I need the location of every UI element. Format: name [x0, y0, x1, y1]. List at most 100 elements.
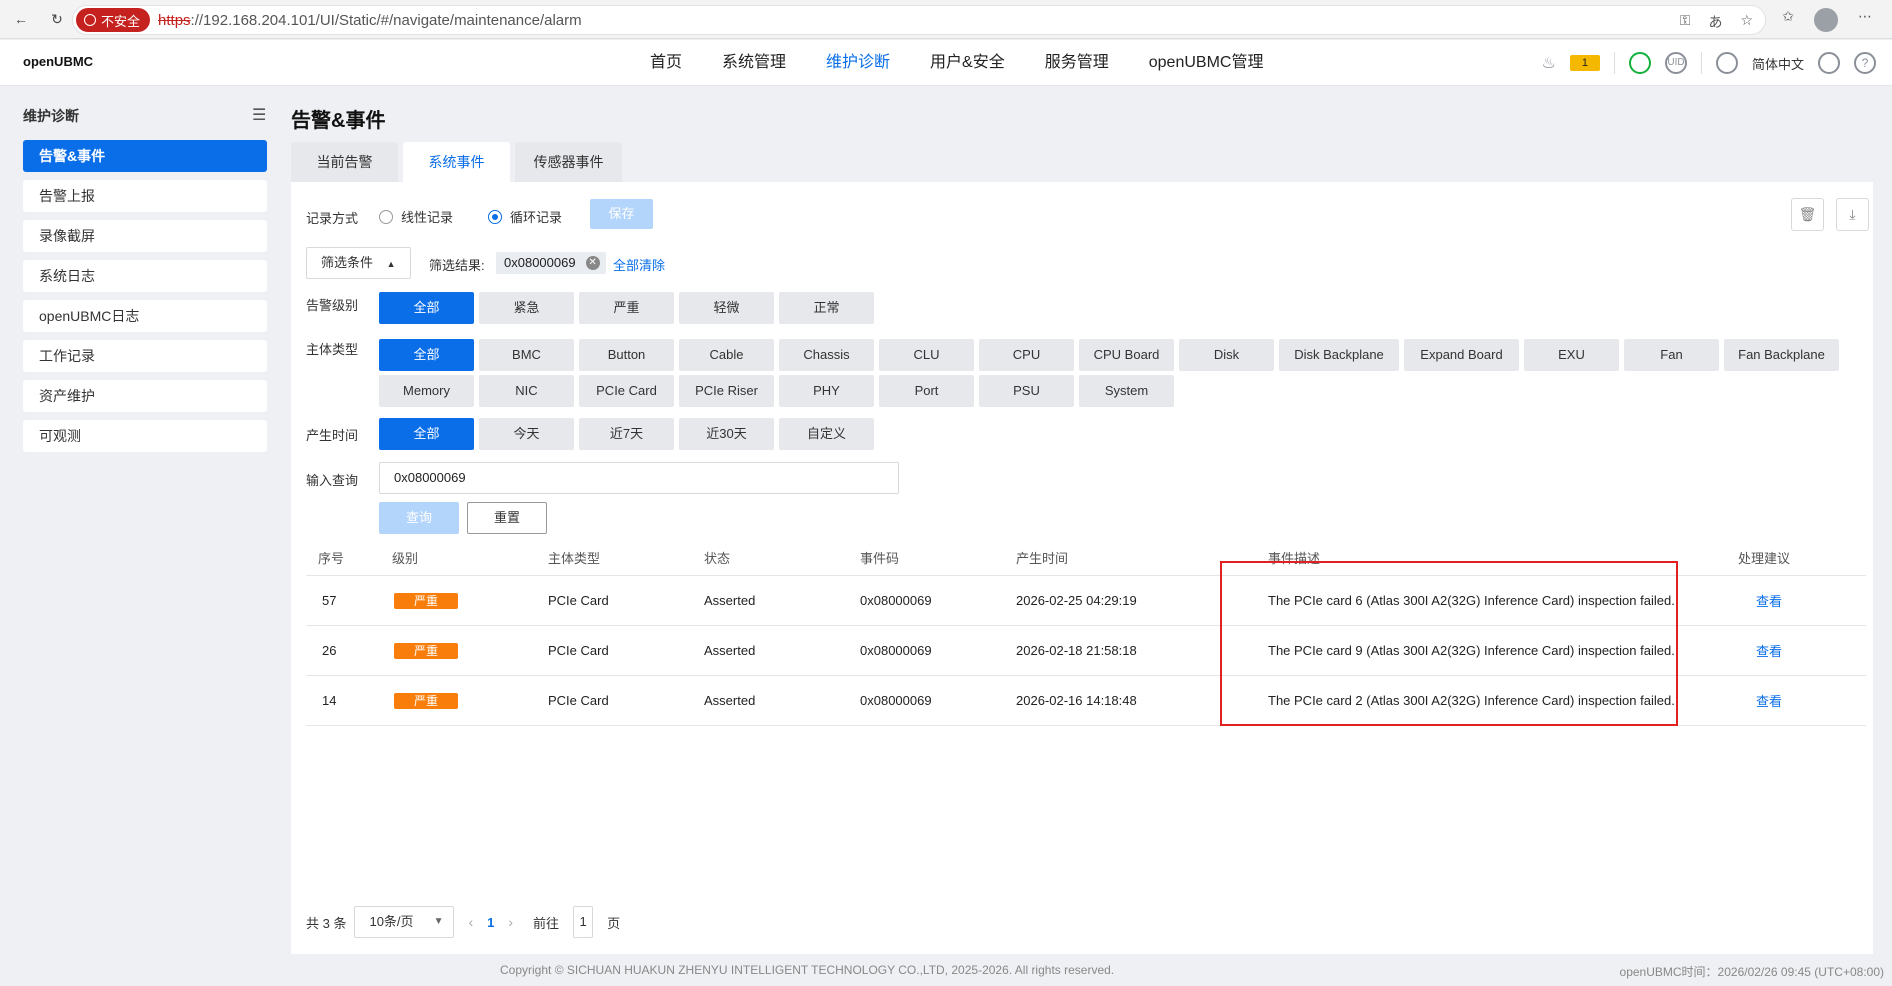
subject-chassis[interactable]: Chassis	[779, 339, 874, 371]
nav-openubmc[interactable]: openUBMC管理	[1149, 40, 1264, 86]
subject-phy[interactable]: PHY	[779, 375, 874, 407]
close-icon[interactable]: ✕	[585, 256, 600, 270]
power-icon[interactable]	[1628, 52, 1651, 74]
radio-circle-selected[interactable]	[488, 209, 502, 224]
level-all[interactable]: 全部	[379, 292, 474, 324]
subject-port[interactable]: Port	[879, 375, 974, 407]
subject-disk[interactable]: Disk	[1179, 339, 1274, 371]
radio-linear[interactable]: 线性记录	[379, 207, 453, 226]
filter-conditions-dropdown[interactable]: 筛选条件 ▲	[306, 247, 411, 279]
sidebar-item-asset[interactable]: 资产维护	[23, 380, 267, 412]
nav-user-security[interactable]: 用户&安全	[930, 40, 1005, 86]
level-minor[interactable]: 轻微	[679, 292, 774, 324]
language-selector[interactable]: 简体中文	[1752, 54, 1804, 73]
subject-button[interactable]: Button	[579, 339, 674, 371]
key-icon[interactable]: ⚿	[1680, 12, 1691, 32]
subject-exu[interactable]: EXU	[1524, 339, 1619, 371]
page-number[interactable]: 1	[487, 915, 494, 930]
nav-maintenance[interactable]: 维护诊断	[826, 40, 890, 86]
row-code: 0x08000069	[860, 593, 932, 608]
subject-nic[interactable]: NIC	[479, 375, 574, 407]
alarm-icon[interactable]: ♨	[1542, 53, 1556, 73]
sidebar-item-alarm-report[interactable]: 告警上报	[23, 180, 267, 212]
help-icon[interactable]: ?	[1854, 52, 1876, 74]
caret-down-icon: ▼	[433, 916, 444, 927]
user-icon[interactable]	[1818, 52, 1840, 74]
subject-pcie-riser[interactable]: PCIe Riser	[679, 375, 774, 407]
level-normal[interactable]: 正常	[779, 292, 874, 324]
radio-cyclic[interactable]: 循环记录	[488, 207, 562, 226]
nav-services[interactable]: 服务管理	[1045, 40, 1109, 86]
browser-toolbar: ← ↻ 不安全 https://192.168.204.101/UI/Stati…	[0, 0, 1892, 39]
radio-circle[interactable]	[379, 209, 393, 224]
uid-icon[interactable]: UID	[1664, 52, 1687, 74]
subject-memory[interactable]: Memory	[379, 375, 474, 407]
subject-all[interactable]: 全部	[379, 339, 474, 371]
back-icon[interactable]: ←	[6, 4, 36, 34]
address-bar[interactable]: 不安全 https://192.168.204.101/UI/Static/#/…	[72, 5, 1766, 35]
download-icon[interactable]: ⤓	[1836, 198, 1869, 231]
next-page-icon[interactable]: ›	[508, 914, 513, 930]
subject-disk-backplane[interactable]: Disk Backplane	[1279, 339, 1399, 371]
tab-system-events[interactable]: 系统事件	[403, 142, 510, 182]
event-tabs: 当前告警 系统事件 传感器事件	[291, 142, 627, 182]
favorites-icon[interactable]: ✩	[1782, 8, 1794, 32]
subject-psu[interactable]: PSU	[979, 375, 1074, 407]
total-count: 共 3 条	[306, 915, 347, 931]
caret-up-icon: ▲	[386, 259, 396, 269]
collapse-sidebar-icon[interactable]: ☰	[252, 105, 266, 125]
reset-button[interactable]: 重置	[467, 502, 547, 534]
level-major[interactable]: 严重	[579, 292, 674, 324]
view-link[interactable]: 查看	[1756, 676, 1782, 725]
sidebar-item-system-log[interactable]: 系统日志	[23, 260, 267, 292]
sidebar-item-observability[interactable]: 可观测	[23, 420, 267, 452]
insecure-badge[interactable]: 不安全	[76, 8, 151, 32]
table-row: 14 严重 PCIe Card Asserted 0x08000069 2026…	[306, 676, 1866, 726]
row-status: Asserted	[704, 693, 756, 708]
delete-icon[interactable]: 🗑	[1791, 198, 1824, 231]
translate-icon[interactable]: あ	[1708, 12, 1722, 32]
alarm-count-badge[interactable]: 1	[1569, 55, 1600, 71]
profile-avatar[interactable]	[1814, 8, 1838, 32]
subject-cpu[interactable]: CPU	[979, 339, 1074, 371]
save-button[interactable]: 保存	[590, 199, 653, 229]
sidebar-item-recording[interactable]: 录像截屏	[23, 220, 267, 252]
prev-page-icon[interactable]: ‹	[468, 914, 473, 930]
sidebar-item-work-record[interactable]: 工作记录	[23, 340, 267, 372]
time-30days[interactable]: 近30天	[679, 418, 774, 450]
subject-fan-backplane[interactable]: Fan Backplane	[1724, 339, 1839, 371]
level-critical[interactable]: 紧急	[479, 292, 574, 324]
table-row: 57 严重 PCIe Card Asserted 0x08000069 2026…	[306, 576, 1866, 626]
time-7days[interactable]: 近7天	[579, 418, 674, 450]
query-button[interactable]: 查询	[379, 502, 459, 534]
subject-type-label: 主体类型	[306, 342, 359, 357]
subject-expand-board[interactable]: Expand Board	[1404, 339, 1519, 371]
page-suffix: 页	[607, 915, 621, 931]
sidebar-item-alarm-events[interactable]: 告警&事件	[23, 140, 267, 172]
view-link[interactable]: 查看	[1756, 576, 1782, 625]
time-all[interactable]: 全部	[379, 418, 474, 450]
subject-bmc[interactable]: BMC	[479, 339, 574, 371]
subject-cable[interactable]: Cable	[679, 339, 774, 371]
row-code: 0x08000069	[860, 693, 932, 708]
star-icon[interactable]: ☆	[1740, 12, 1753, 32]
time-today[interactable]: 今天	[479, 418, 574, 450]
tab-current-alarms[interactable]: 当前告警	[291, 142, 398, 182]
tab-sensor-events[interactable]: 传感器事件	[515, 142, 622, 182]
view-link[interactable]: 查看	[1756, 626, 1782, 675]
query-input[interactable]: 0x08000069	[379, 462, 899, 494]
goto-page-input[interactable]: 1	[573, 906, 594, 938]
subject-cpu-board[interactable]: CPU Board	[1079, 339, 1174, 371]
subject-clu[interactable]: CLU	[879, 339, 974, 371]
subject-pcie-card[interactable]: PCIe Card	[579, 375, 674, 407]
nav-system[interactable]: 系统管理	[722, 40, 786, 86]
subject-fan[interactable]: Fan	[1624, 339, 1719, 371]
more-icon[interactable]: ⋯	[1858, 8, 1872, 32]
subject-system[interactable]: System	[1079, 375, 1174, 407]
sidebar-item-openubmc-log[interactable]: openUBMC日志	[23, 300, 267, 332]
page-size-select[interactable]: 10条/页 ▼	[354, 906, 455, 938]
reload-icon[interactable]: ↻	[42, 4, 72, 34]
time-custom[interactable]: 自定义	[779, 418, 874, 450]
nav-home[interactable]: 首页	[650, 40, 682, 86]
clear-all-link[interactable]: 全部清除	[613, 255, 665, 274]
